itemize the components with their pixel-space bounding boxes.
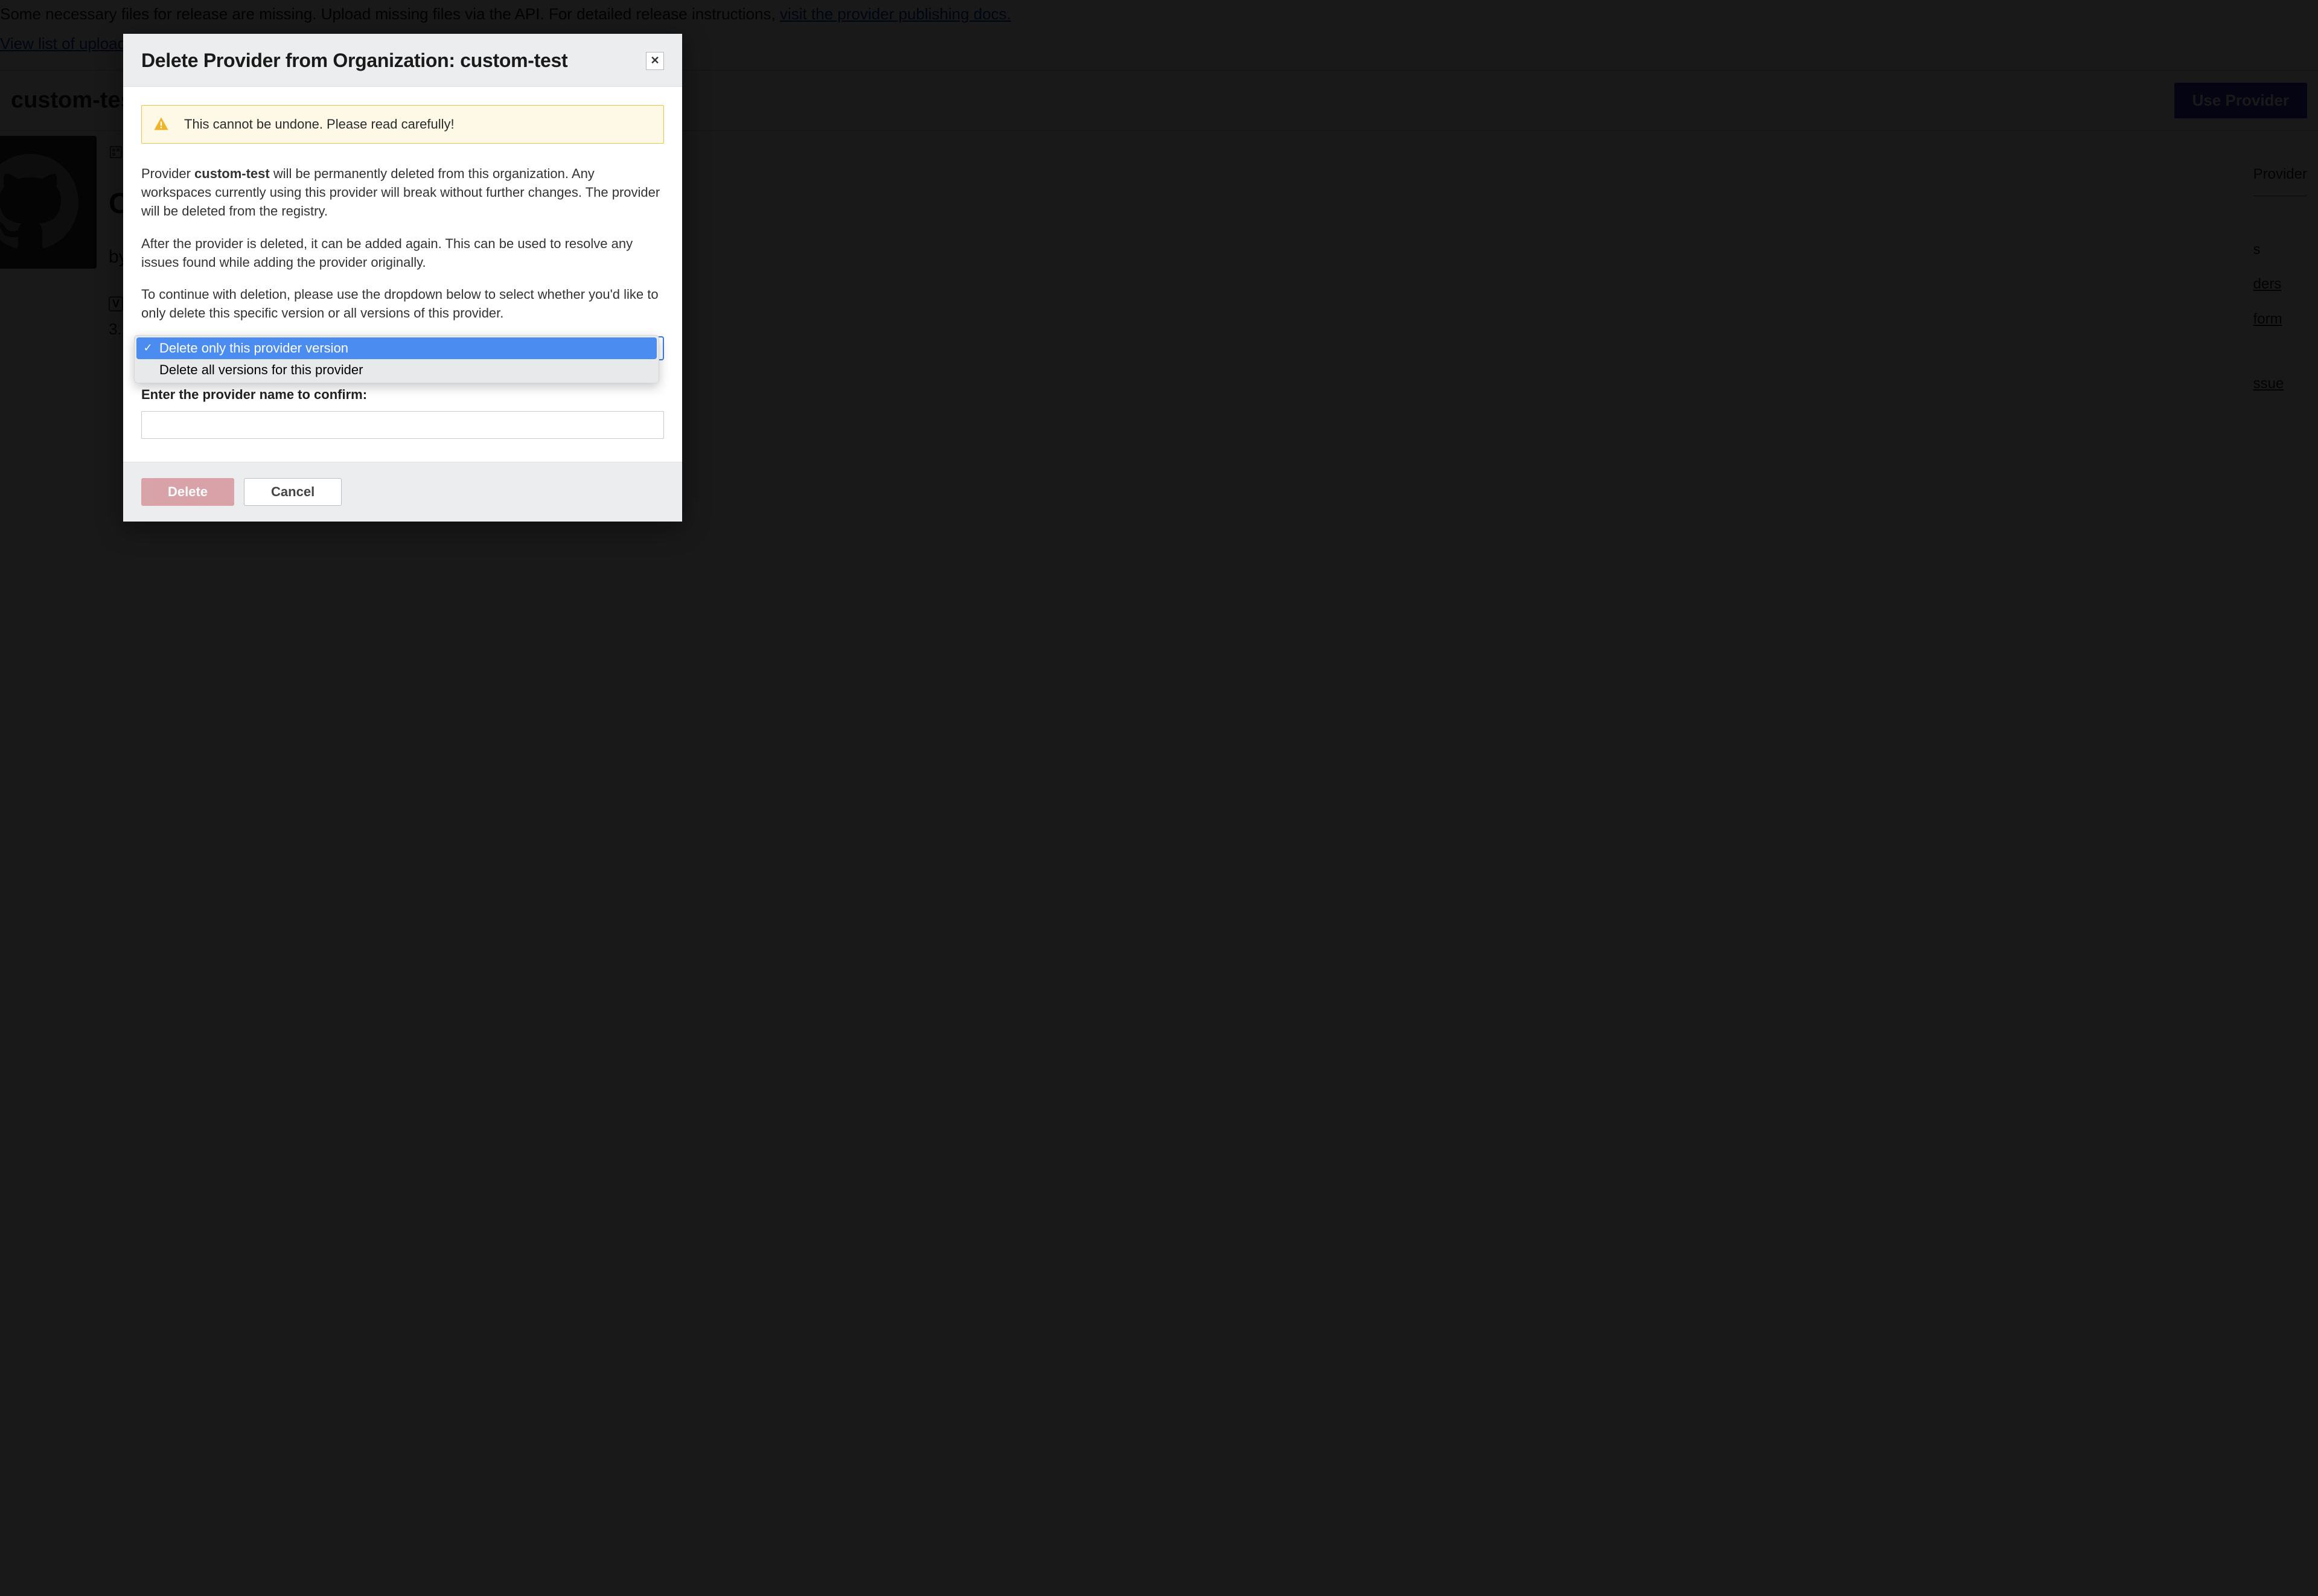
modal-body: This cannot be undone. Please read caref… <box>123 87 682 445</box>
dropdown-option-label: Delete all versions for this provider <box>159 362 363 378</box>
confirm-provider-name-input[interactable] <box>141 411 664 439</box>
modal-paragraph-1: Provider custom-test will be permanently… <box>141 164 664 221</box>
warning-text: This cannot be undone. Please read caref… <box>184 117 455 132</box>
delete-provider-modal: Delete Provider from Organization: custo… <box>123 34 682 522</box>
p1-prefix: Provider <box>141 166 194 181</box>
modal-paragraph-3: To continue with deletion, please use th… <box>141 285 664 322</box>
cancel-button[interactable]: Cancel <box>244 478 342 506</box>
p1-strong: custom-test <box>194 166 270 181</box>
close-button[interactable]: ✕ <box>646 52 664 70</box>
warning-alert: This cannot be undone. Please read caref… <box>141 105 664 144</box>
dropdown-option-label: Delete only this provider version <box>159 340 348 356</box>
modal-paragraph-2: After the provider is deleted, it can be… <box>141 234 664 272</box>
dropdown-option-all-versions[interactable]: ✓ Delete all versions for this provider <box>136 359 657 381</box>
confirm-label: Enter the provider name to confirm: <box>141 387 664 403</box>
check-icon: ✓ <box>142 342 153 354</box>
dropdown-option-this-version[interactable]: ✓ Delete only this provider version <box>136 337 657 359</box>
dropdown-panel: ✓ Delete only this provider version ✓ De… <box>134 335 659 383</box>
modal-footer: Delete Cancel <box>123 462 682 522</box>
delete-scope-dropdown[interactable]: ✓ Delete only this provider version ✓ De… <box>141 336 664 386</box>
modal-title: Delete Provider from Organization: custo… <box>141 49 567 72</box>
modal-header: Delete Provider from Organization: custo… <box>123 34 682 87</box>
close-icon: ✕ <box>650 54 659 67</box>
delete-button[interactable]: Delete <box>141 478 234 506</box>
